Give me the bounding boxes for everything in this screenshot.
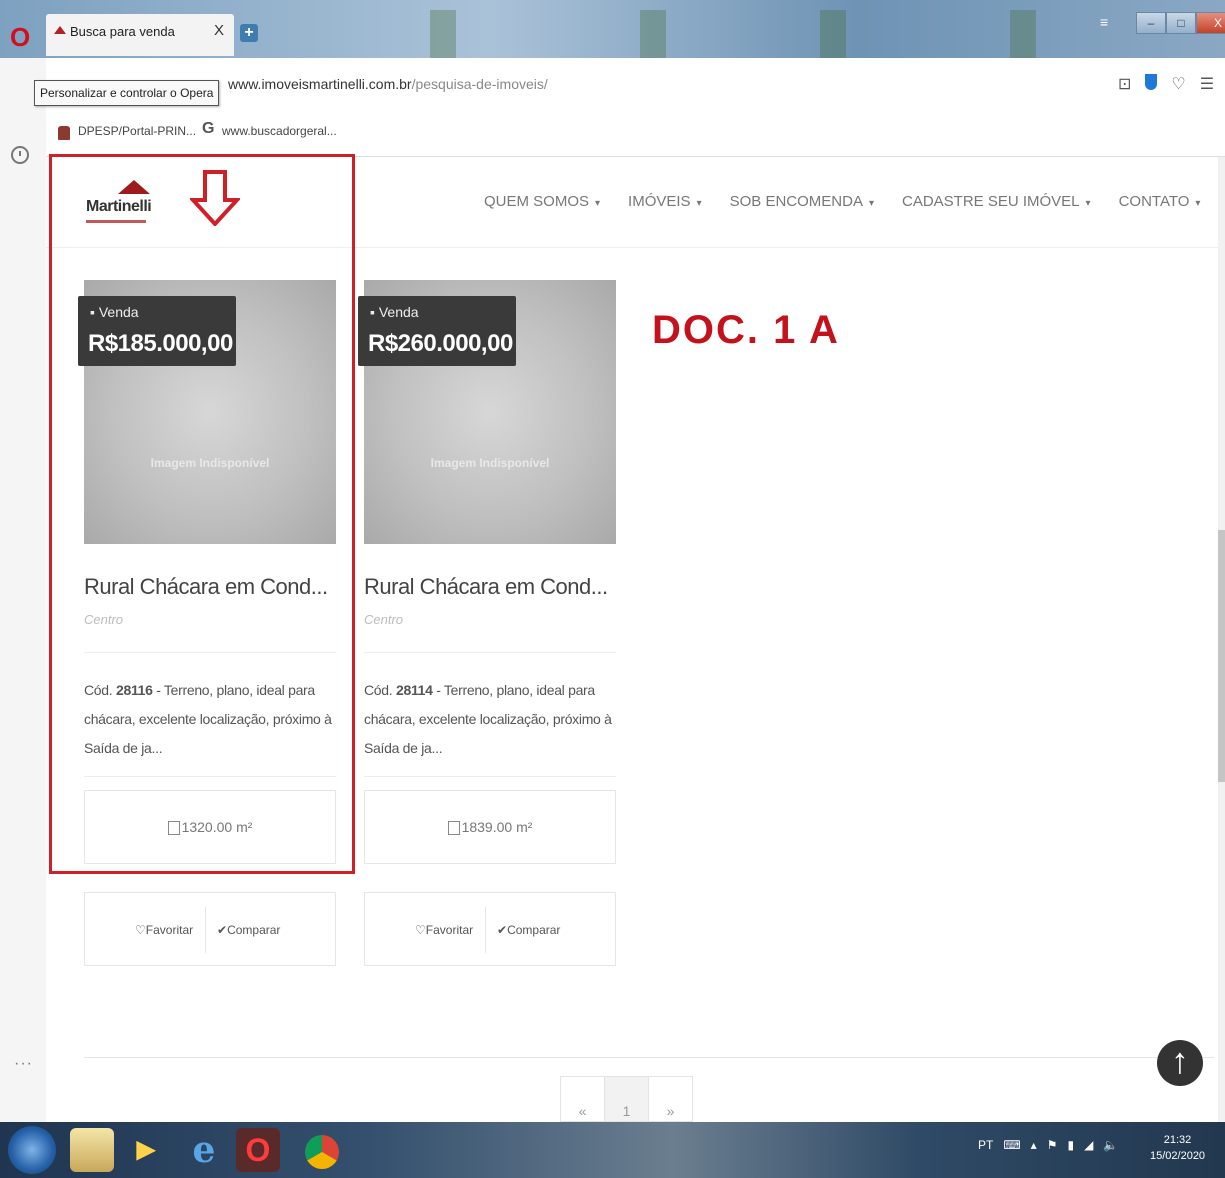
pagination-next[interactable]: » (648, 1076, 693, 1122)
menu-icon[interactable]: ☰ (1200, 74, 1214, 94)
nav-quem-somos[interactable]: QUEM SOMOS ▾ (484, 193, 600, 210)
doc-annotation-label: DOC. 1 A (652, 308, 840, 352)
browser-tab[interactable]: Busca para venda (46, 14, 234, 56)
scrollbar-thumb[interactable] (1218, 530, 1225, 782)
media-player-icon[interactable]: ▶ (124, 1128, 168, 1172)
caret-down-icon: ▾ (868, 198, 874, 209)
property-code: 28114 (395, 682, 433, 698)
bookmark-item[interactable]: www.buscadorgeral... (222, 124, 337, 138)
address-bar-icons: ⊡ ♡ ☰ (1118, 74, 1214, 94)
nav-sob-encomenda[interactable]: SOB ENCOMENDA ▾ (730, 193, 874, 210)
favorite-button[interactable]: ♡Favoritar (135, 923, 193, 937)
browser-sidebar (0, 58, 47, 1122)
internet-explorer-icon[interactable]: e (182, 1128, 226, 1172)
title-bar-background (820, 10, 846, 58)
tab-favicon-icon (54, 26, 66, 34)
address-bar-url[interactable]: www.imoveismartinelli.com.br/pesquisa-de… (228, 76, 548, 92)
section-divider (84, 1057, 1214, 1058)
title-bar-background (430, 10, 456, 58)
file-explorer-icon[interactable] (70, 1128, 114, 1172)
address-bar-area (46, 58, 1225, 112)
price-value: R$260.000,00 (368, 330, 513, 357)
action-divider (485, 907, 486, 953)
main-nav: QUEM SOMOS ▾ IMÓVEIS ▾ SOB ENCOMENDA ▾ CADA… (484, 193, 1200, 210)
title-bar-background (640, 10, 666, 58)
url-path: /pesquisa-de-imoveis/ (411, 76, 548, 92)
card-divider (364, 652, 616, 653)
keyboard-icon[interactable]: ⌨ (1003, 1138, 1020, 1152)
clock-time: 21:32 (1163, 1134, 1192, 1146)
compare-button[interactable]: ✔Comparar (497, 923, 560, 937)
card-actions: ♡Favoritar ✔Comparar (84, 892, 336, 966)
google-icon: G (202, 120, 215, 137)
start-button[interactable] (8, 1126, 56, 1174)
property-title[interactable]: Rural Chácara em Cond... (364, 574, 608, 600)
volume-icon[interactable]: 🔈 (1103, 1138, 1118, 1152)
card-divider (364, 776, 616, 777)
nav-label: SOB ENCOMENDA (729, 193, 863, 210)
nav-label: QUEM SOMOS (484, 193, 590, 210)
nav-label: CADASTRE SEU IMÓVEL (901, 193, 1080, 210)
opera-menu-icon[interactable]: O (10, 24, 32, 50)
url-domain: www.imoveismartinelli.com.br (228, 76, 412, 92)
tab-title: Busca para venda (70, 24, 175, 39)
system-clock[interactable]: 21:32 15/02/2020 (1150, 1132, 1205, 1164)
pagination-page[interactable]: 1 (604, 1076, 649, 1122)
easy-setup-icon[interactable]: ≡ (1100, 14, 1108, 30)
new-tab-button[interactable]: + (240, 24, 258, 42)
minimize-button[interactable]: – (1136, 12, 1166, 34)
caret-down-icon: ▾ (696, 198, 702, 209)
clock-date: 15/02/2020 (1150, 1150, 1206, 1162)
highlight-box-annotation (49, 154, 355, 874)
card-actions: ♡Favoritar ✔Comparar (364, 892, 616, 966)
maximize-button[interactable]: □ (1166, 12, 1196, 34)
window-controls: – □ X (1136, 12, 1225, 34)
sidebar-more-icon[interactable]: ··· (14, 1055, 33, 1073)
heart-icon[interactable]: ♡ (1171, 74, 1185, 94)
flag-icon[interactable]: ⚑ (1047, 1138, 1058, 1152)
snapshot-icon[interactable]: ⊡ (1118, 74, 1131, 94)
bookmark-favicon-icon (58, 126, 70, 140)
close-window-button[interactable]: X (1196, 12, 1225, 34)
nav-imoveis[interactable]: IMÓVEIS ▾ (628, 193, 702, 210)
nav-contato[interactable]: CONTATO ▾ (1119, 193, 1201, 210)
area-icon (447, 821, 460, 836)
price-tag: ▪ Venda R$260.000,00 (358, 296, 516, 366)
language-indicator[interactable]: PT (978, 1138, 993, 1152)
nav-label: CONTATO (1118, 193, 1190, 210)
signal-icon[interactable]: ◢ (1084, 1138, 1093, 1152)
opera-taskbar-icon[interactable]: O (236, 1128, 280, 1172)
nav-cadastre[interactable]: CADASTRE SEU IMÓVEL ▾ (902, 193, 1091, 210)
chrome-icon[interactable] (300, 1128, 344, 1172)
property-description: Cód. 28114 - Terreno, plano, ideal para … (364, 682, 612, 756)
system-tray: PT ⌨ ▴ ⚑ ▮ ◢ 🔈 (978, 1138, 1118, 1152)
caret-down-icon: ▾ (1085, 198, 1091, 209)
pagination: « 1 » (560, 1076, 693, 1122)
action-divider (205, 907, 206, 953)
tab-close-icon[interactable]: X (214, 22, 224, 39)
caret-down-icon: ▾ (595, 198, 601, 209)
network-icon[interactable]: ▮ (1067, 1138, 1074, 1152)
tooltip: Personalizar e controlar o Opera (34, 80, 220, 106)
favorite-button[interactable]: ♡Favoritar (415, 923, 473, 937)
bookmark-item[interactable]: DPESP/Portal-PRIN... (78, 124, 196, 138)
history-icon[interactable] (11, 146, 29, 164)
compare-button[interactable]: ✔Comparar (217, 923, 280, 937)
title-bar-background (1010, 10, 1036, 58)
image-placeholder-text: Imagem Indisponível (430, 456, 550, 470)
caret-down-icon: ▾ (1195, 198, 1201, 209)
listing-type: ▪ Venda (370, 304, 419, 320)
nav-label: IMÓVEIS (628, 193, 691, 210)
property-area: 1839.00 m² (364, 790, 616, 864)
pagination-prev[interactable]: « (560, 1076, 605, 1122)
scroll-to-top-icon[interactable]: ↑ (1157, 1040, 1203, 1086)
show-hidden-icon[interactable]: ▴ (1031, 1138, 1037, 1152)
vpn-shield-icon[interactable] (1145, 74, 1158, 90)
property-location: Centro (364, 612, 404, 627)
